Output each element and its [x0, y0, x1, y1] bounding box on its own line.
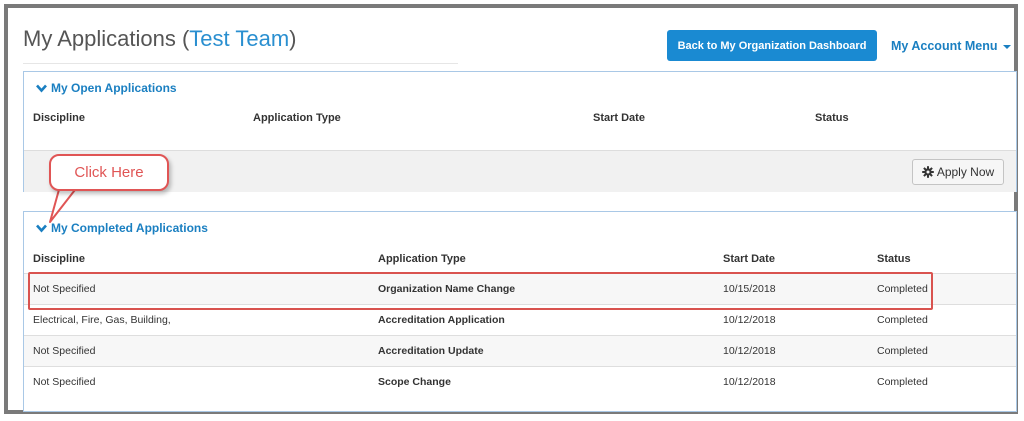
cell-discipline: Not Specified	[33, 376, 96, 388]
account-menu-dropdown[interactable]: My Account Menu	[891, 39, 1012, 53]
cell-start-date: 10/12/2018	[723, 345, 776, 357]
column-header-application-type: Application Type	[253, 112, 341, 124]
back-to-dashboard-button[interactable]: Back to My Organization Dashboard	[667, 30, 877, 61]
gear-icon	[922, 166, 934, 178]
chevron-down-icon	[36, 224, 47, 233]
callout-pointer	[49, 185, 79, 223]
open-applications-footer: Apply Now	[24, 150, 1016, 192]
chevron-down-icon	[36, 84, 47, 93]
apply-now-label: Apply Now	[936, 165, 995, 179]
cell-status: Completed	[877, 314, 928, 326]
table-row[interactable]: Not Specified Accreditation Update 10/12…	[24, 335, 1016, 366]
column-header-application-type: Application Type	[378, 253, 466, 265]
cell-status: Completed	[877, 376, 928, 388]
completed-applications-panel: My Completed Applications Discipline App…	[23, 211, 1017, 412]
column-header-discipline: Discipline	[33, 253, 85, 265]
cell-start-date: 10/12/2018	[723, 314, 776, 326]
cell-discipline: Not Specified	[33, 345, 96, 357]
cell-start-date: 10/12/2018	[723, 376, 776, 388]
cell-start-date: 10/15/2018	[723, 283, 776, 295]
open-applications-toggle[interactable]: My Open Applications	[36, 81, 177, 95]
title-prefix: My Applications (	[23, 26, 190, 51]
title-divider	[23, 63, 458, 64]
account-menu-label: My Account Menu	[891, 39, 998, 53]
cell-application-type[interactable]: Scope Change	[378, 376, 451, 388]
team-name: Test Team	[189, 26, 290, 51]
table-row[interactable]: Not Specified Organization Name Change 1…	[24, 273, 1016, 304]
table-row[interactable]: Electrical, Fire, Gas, Building, Accredi…	[24, 304, 1016, 335]
table-row[interactable]: Not Specified Scope Change 10/12/2018 Co…	[24, 366, 1016, 397]
column-header-start-date: Start Date	[723, 253, 775, 265]
open-applications-panel: My Open Applications Discipline Applicat…	[23, 71, 1017, 192]
open-applications-heading: My Open Applications	[51, 81, 177, 95]
apply-now-button[interactable]: Apply Now	[912, 159, 1004, 185]
page-title: My Applications (Test Team)	[23, 26, 296, 52]
cell-discipline: Electrical, Fire, Gas, Building,	[33, 314, 171, 326]
title-suffix: )	[289, 26, 297, 51]
cell-discipline: Not Specified	[33, 283, 96, 295]
screenshot-frame: My Applications (Test Team) Back to My O…	[4, 4, 1018, 414]
cell-status: Completed	[877, 345, 928, 357]
cell-application-type[interactable]: Organization Name Change	[378, 283, 515, 295]
column-header-status: Status	[877, 253, 911, 265]
column-header-status: Status	[815, 112, 849, 124]
cell-application-type[interactable]: Accreditation Application	[378, 314, 505, 326]
click-here-callout: Click Here	[49, 154, 169, 191]
cell-application-type[interactable]: Accreditation Update	[378, 345, 484, 357]
caret-down-icon	[1003, 44, 1012, 49]
cell-status: Completed	[877, 283, 928, 295]
column-header-start-date: Start Date	[593, 112, 645, 124]
column-header-discipline: Discipline	[33, 112, 85, 124]
